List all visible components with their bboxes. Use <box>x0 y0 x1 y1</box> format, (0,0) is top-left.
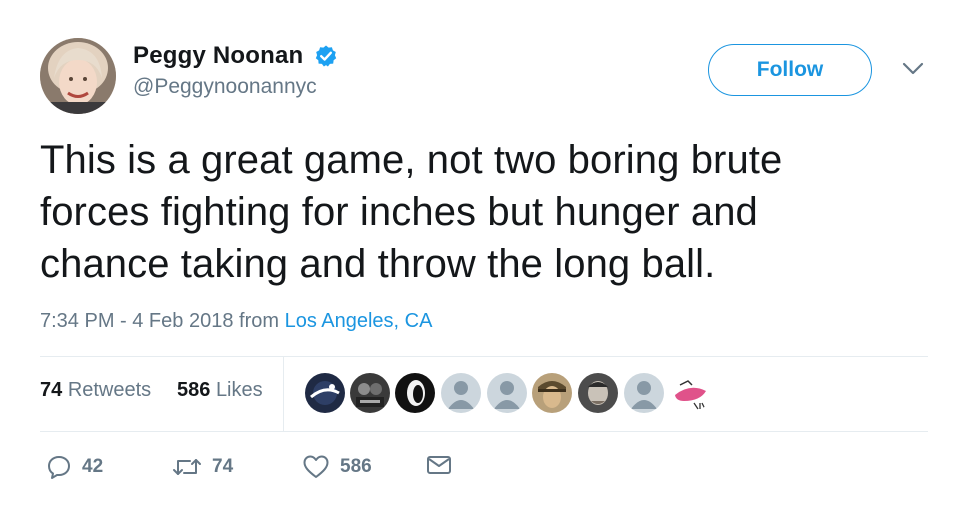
retweet-count: 74 <box>212 456 234 477</box>
author-handle[interactable]: @Peggynoonannyc <box>133 75 338 99</box>
tweet-location-link[interactable]: Los Angeles, CA <box>285 310 433 332</box>
liker-avatar[interactable] <box>441 373 481 413</box>
retweets-count: 74 <box>40 379 63 401</box>
likes-stat[interactable]: 586 Likes <box>177 379 263 402</box>
author-avatar[interactable] <box>40 38 116 114</box>
liker-avatar[interactable] <box>670 373 710 413</box>
follow-button[interactable]: Follow <box>708 44 872 96</box>
divider-bottom <box>40 431 928 432</box>
liker-avatar[interactable] <box>350 373 390 413</box>
direct-message-button[interactable] <box>426 454 452 476</box>
liker-avatar[interactable] <box>305 373 345 413</box>
tweet-metadata: 7:34 PM - 4 Feb 2018 from Los Angeles, C… <box>40 310 432 333</box>
tweet-actions: 42 74 586 <box>40 450 928 490</box>
likes-count: 586 <box>177 379 211 401</box>
liker-avatar[interactable] <box>487 373 527 413</box>
tweet-text: This is a great game, not two boring bru… <box>40 134 940 290</box>
verified-badge-icon <box>315 45 337 67</box>
retweet-icon <box>173 459 201 475</box>
chevron-down-icon[interactable] <box>902 62 924 76</box>
author-name[interactable]: Peggy Noonan <box>133 42 303 70</box>
reply-count: 42 <box>82 456 104 477</box>
retweets-stat[interactable]: 74 Retweets <box>40 379 151 402</box>
heart-icon <box>303 455 329 478</box>
tweet-timestamp[interactable]: 7:34 PM - 4 Feb 2018 <box>40 310 233 332</box>
reply-button[interactable]: 42 <box>46 454 103 480</box>
liker-avatar[interactable] <box>532 373 572 413</box>
avatar-image <box>40 38 116 114</box>
liker-avatar[interactable] <box>624 373 664 413</box>
tweet-text-line: chance taking and throw the long ball. <box>40 242 716 286</box>
retweets-label: Retweets <box>67 379 152 401</box>
liker-avatar[interactable] <box>395 373 435 413</box>
from-label: from <box>239 310 280 332</box>
likes-label: Likes <box>215 379 263 401</box>
tweet-header: Peggy Noonan @Peggynoonannyc Follow <box>40 38 930 118</box>
reply-icon <box>48 456 70 479</box>
stats-separator <box>283 357 284 431</box>
tweet-text-line: This is a great game, not two boring bru… <box>40 138 783 182</box>
like-count: 586 <box>340 456 372 477</box>
author-info: Peggy Noonan @Peggynoonannyc <box>133 42 338 99</box>
envelope-icon <box>427 456 451 474</box>
retweet-button[interactable]: 74 <box>172 454 233 480</box>
tweet-stats: 74 Retweets 586 Likes <box>40 357 928 431</box>
tweet-text-line: forces fighting for inches but hunger an… <box>40 190 758 234</box>
like-button[interactable]: 586 <box>302 454 372 480</box>
liker-avatar[interactable] <box>578 373 618 413</box>
